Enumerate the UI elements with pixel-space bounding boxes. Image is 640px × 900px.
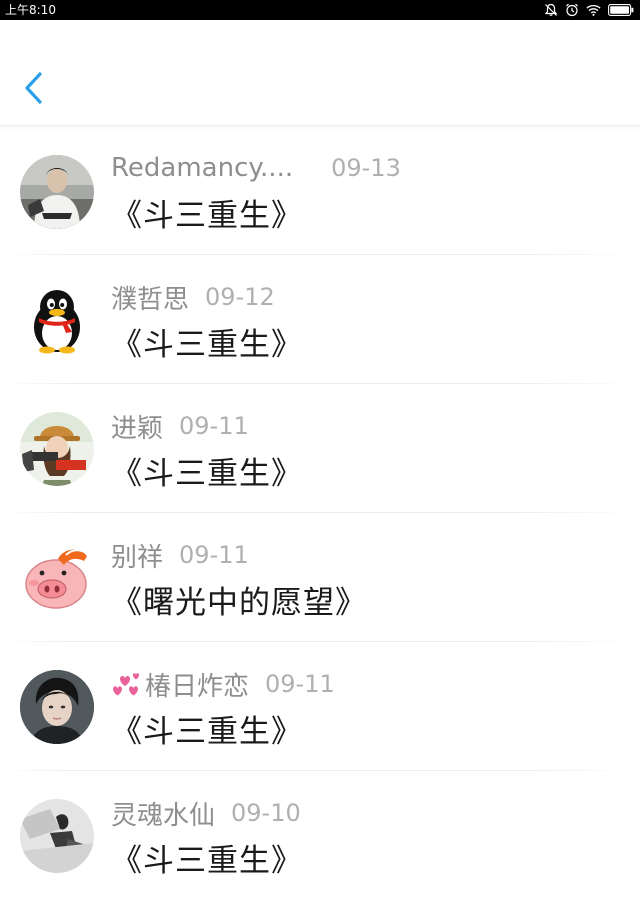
message-text: 《斗三重生》 (111, 198, 303, 234)
list-item[interactable]: 别祥 09-11 《曙光中的愿望》 (0, 513, 640, 642)
status-time: 上午8:10 (5, 3, 56, 17)
battery-icon (608, 4, 634, 16)
message-date: 09-11 (179, 412, 249, 440)
avatar[interactable] (20, 155, 94, 229)
message-text: 《斗三重生》 (111, 327, 303, 363)
message-date: 09-12 (205, 283, 275, 311)
sender-name: Redamancy.... (111, 153, 294, 183)
avatar[interactable] (20, 283, 94, 357)
message-meta: 进颖 09-11 (111, 409, 249, 444)
message-date: 09-10 (231, 799, 301, 827)
photo-monochrome (20, 799, 94, 873)
list-item[interactable]: 濮哲思 09-12 《斗三重生》 (0, 255, 640, 384)
back-button[interactable] (16, 68, 52, 108)
pig-icon (20, 541, 94, 615)
list-item[interactable]: 灵魂水仙 09-10 《斗三重生》 (0, 771, 640, 900)
photo-person-white-shirt (20, 155, 94, 229)
message-meta: 椿日炸恋 09-11 (111, 667, 335, 702)
avatar[interactable] (20, 670, 94, 744)
message-date: 09-13 (331, 154, 401, 182)
chevron-left-icon (25, 72, 42, 104)
photo-girl-hat (20, 412, 94, 486)
message-text: 《斗三重生》 (111, 843, 303, 879)
sender-name: 椿日炸恋 (145, 671, 250, 702)
list-item[interactable]: 进颖 09-11 《斗三重生》 (0, 384, 640, 513)
message-text: 《曙光中的愿望》 (111, 585, 367, 621)
hearts-icon (113, 673, 139, 696)
message-text: 《斗三重生》 (111, 456, 303, 492)
sender-name: 灵魂水仙 (111, 800, 216, 831)
sender-name: 别祥 (111, 542, 164, 573)
status-icons (544, 2, 634, 18)
avatar[interactable] (20, 541, 94, 615)
message-meta: Redamancy.... 09-13 (111, 151, 401, 185)
message-meta: 灵魂水仙 09-10 (111, 796, 301, 831)
photo-young-man (20, 670, 94, 744)
message-date: 09-11 (265, 670, 335, 698)
penguin-icon (20, 283, 94, 357)
list-item[interactable]: 椿日炸恋 09-11 《斗三重生》 (0, 642, 640, 771)
message-meta: 濮哲思 09-12 (111, 280, 275, 315)
status-bar: 上午8:10 (0, 0, 640, 20)
list-item[interactable]: Redamancy.... 09-13 《斗三重生》 (0, 126, 640, 255)
message-text: 《斗三重生》 (111, 714, 303, 750)
sender-name: 进颖 (111, 413, 164, 444)
message-meta: 别祥 09-11 (111, 538, 249, 573)
message-date: 09-11 (179, 541, 249, 569)
alarm-icon (566, 3, 578, 17)
mute-icon (544, 3, 558, 16)
avatar[interactable] (20, 799, 94, 873)
sender-name: 濮哲思 (111, 284, 190, 315)
nav-bar (0, 20, 640, 126)
wifi-icon (586, 4, 601, 16)
avatar[interactable] (20, 412, 94, 486)
